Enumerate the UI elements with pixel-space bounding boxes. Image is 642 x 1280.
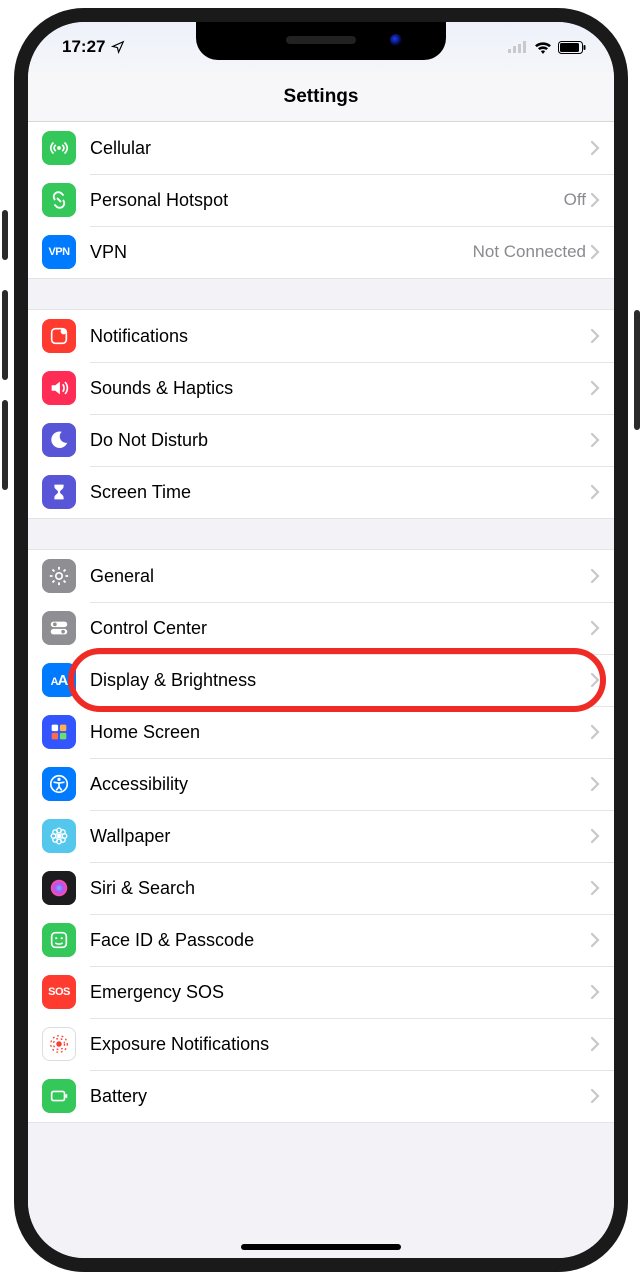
nav-bar: Settings [28,72,614,122]
row-label: Exposure Notifications [90,1034,590,1055]
notifications-icon [42,319,76,353]
row-battery[interactable]: Battery [28,1070,614,1122]
chevron-right-icon [590,1088,600,1104]
sos-icon: SOS [42,975,76,1009]
row-notifications[interactable]: Notifications [28,310,614,362]
row-label: Siri & Search [90,878,590,899]
row-label: Display & Brightness [90,670,590,691]
gear-icon [42,559,76,593]
row-label: Screen Time [90,482,590,503]
row-siri[interactable]: Siri & Search [28,862,614,914]
chevron-right-icon [590,140,600,156]
exposure-icon [42,1027,76,1061]
location-icon [111,40,125,54]
battery-status-icon [558,41,586,54]
row-label: VPN [90,242,473,263]
flower-icon [42,819,76,853]
chevron-right-icon [590,484,600,500]
text-size-icon: AA [42,663,76,697]
row-label: Battery [90,1086,590,1107]
speaker-icon [42,371,76,405]
vpn-icon: VPN [42,235,76,269]
face-icon [42,923,76,957]
page-title: Settings [284,86,359,108]
chevron-right-icon [590,984,600,1000]
row-label: Cellular [90,138,590,159]
settings-group-general-group: General Control Center AA Display & Brightn… [28,549,614,1123]
row-value: Not Connected [473,242,586,262]
link-icon [42,183,76,217]
switches-icon [42,611,76,645]
battery-icon [42,1079,76,1113]
wifi-icon [534,41,552,54]
settings-group-notify: Notifications Sounds & Haptics Do Not Dist… [28,309,614,519]
row-label: Notifications [90,326,590,347]
grid-icon [42,715,76,749]
settings-list[interactable]: CellularPersonal HotspotOffVPNVPNNot Con… [28,122,614,1258]
row-cellular[interactable]: Cellular [28,122,614,174]
row-label: General [90,566,590,587]
chevron-right-icon [590,380,600,396]
row-wallpaper[interactable]: Wallpaper [28,810,614,862]
row-control-center[interactable]: Control Center [28,602,614,654]
chevron-right-icon [590,880,600,896]
notch [196,22,446,60]
chevron-right-icon [590,672,600,688]
row-label: Home Screen [90,722,590,743]
row-label: Emergency SOS [90,982,590,1003]
chevron-right-icon [590,1036,600,1052]
row-home-screen[interactable]: Home Screen [28,706,614,758]
moon-icon [42,423,76,457]
chevron-right-icon [590,932,600,948]
siri-icon [42,871,76,905]
row-value: Off [564,190,586,210]
settings-group-network: CellularPersonal HotspotOffVPNVPNNot Con… [28,122,614,279]
chevron-right-icon [590,568,600,584]
hourglass-icon [42,475,76,509]
chevron-right-icon [590,620,600,636]
row-screentime[interactable]: Screen Time [28,466,614,518]
cellular-signal-icon [508,41,528,53]
row-label: Accessibility [90,774,590,795]
row-label: Control Center [90,618,590,639]
row-sounds[interactable]: Sounds & Haptics [28,362,614,414]
chevron-right-icon [590,244,600,260]
chevron-right-icon [590,328,600,344]
chevron-right-icon [590,828,600,844]
row-display[interactable]: AA Display & Brightness [28,654,614,706]
screen: 17:27 [28,22,614,1258]
row-label: Personal Hotspot [90,190,564,211]
accessibility-icon [42,767,76,801]
row-exposure[interactable]: Exposure Notifications [28,1018,614,1070]
cellular-icon [42,131,76,165]
chevron-right-icon [590,192,600,208]
row-accessibility[interactable]: Accessibility [28,758,614,810]
status-time: 17:27 [62,37,105,57]
row-label: Face ID & Passcode [90,930,590,951]
row-label: Sounds & Haptics [90,378,590,399]
row-label: Do Not Disturb [90,430,590,451]
home-indicator[interactable] [241,1244,401,1250]
chevron-right-icon [590,776,600,792]
row-label: Wallpaper [90,826,590,847]
row-vpn[interactable]: VPNVPNNot Connected [28,226,614,278]
row-faceid[interactable]: Face ID & Passcode [28,914,614,966]
chevron-right-icon [590,724,600,740]
row-sos[interactable]: SOS Emergency SOS [28,966,614,1018]
phone-frame: 17:27 [14,8,628,1272]
row-dnd[interactable]: Do Not Disturb [28,414,614,466]
row-general[interactable]: General [28,550,614,602]
row-hotspot[interactable]: Personal HotspotOff [28,174,614,226]
chevron-right-icon [590,432,600,448]
